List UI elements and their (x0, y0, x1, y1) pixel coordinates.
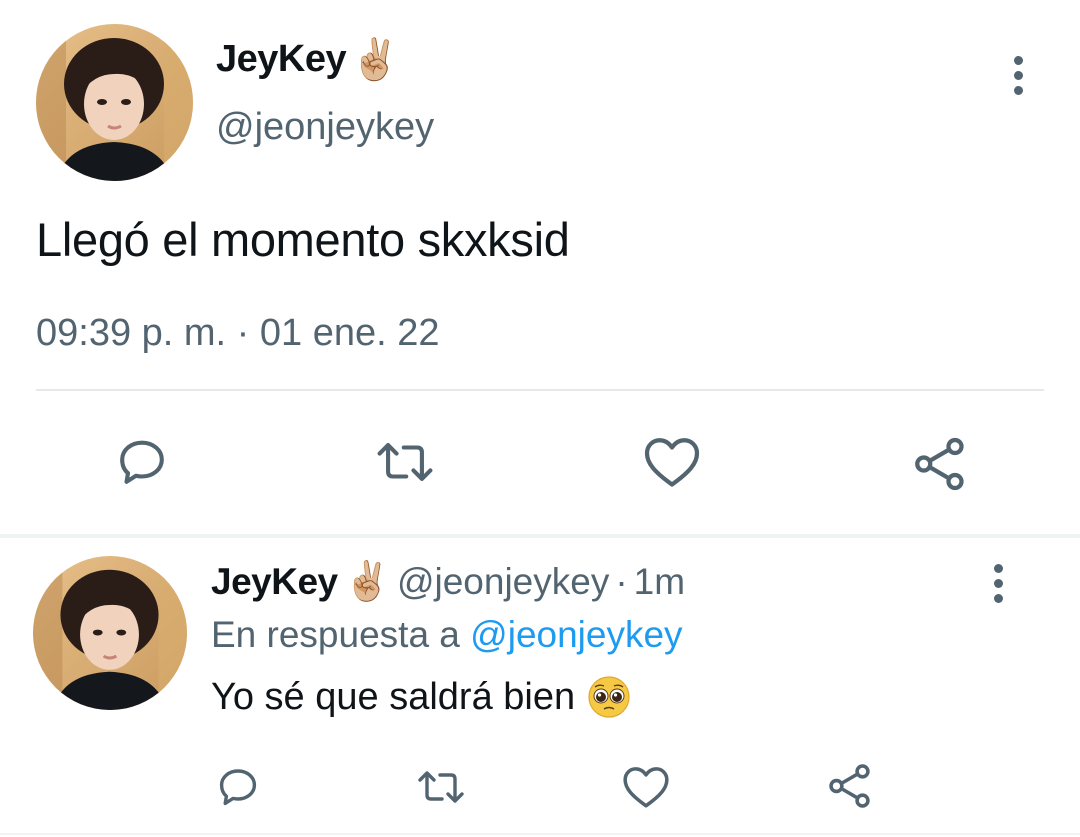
victory-hand-emoji: ✌🏼 (343, 561, 391, 603)
reply-avatar[interactable] (33, 556, 187, 710)
replying-to-label: En respuesta a (211, 614, 460, 655)
reply-separator: · (615, 561, 628, 602)
divider (36, 389, 1044, 391)
reply-tweet-text: Yo sé que saldrá bien (211, 675, 576, 718)
author-name-row[interactable]: JeyKey ✌🏼 (216, 38, 400, 81)
author-display-name[interactable]: JeyKey (216, 38, 347, 81)
bottom-divider (0, 833, 1080, 835)
retweet-icon[interactable] (370, 432, 440, 492)
reply-header: JeyKey ✌🏼 @jeonjeykey · 1m (211, 561, 685, 603)
tweet-text: Llegó el momento skxksid (36, 213, 570, 266)
avatar[interactable] (36, 24, 193, 181)
reply-text-row: Yo sé que saldrá bien (211, 675, 631, 719)
retweet-icon[interactable] (412, 762, 470, 812)
share-icon[interactable] (908, 432, 972, 496)
share-icon[interactable] (824, 760, 876, 812)
replying-to-line: En respuesta a @jeonjeykey (211, 614, 683, 656)
more-options-icon[interactable] (983, 558, 1013, 608)
avatar-photo (36, 24, 193, 181)
tweet-detail-page: JeyKey ✌🏼 @jeonjeykey Llegó el momento s… (0, 0, 1080, 837)
reply-icon[interactable] (112, 432, 172, 492)
reply-time[interactable]: 1m (634, 561, 685, 603)
reply-author-name[interactable]: JeyKey (211, 561, 338, 603)
reply-author-handle[interactable]: @jeonjeykey (397, 561, 609, 603)
reply-icon[interactable] (213, 762, 263, 812)
author-handle[interactable]: @jeonjeykey (216, 106, 434, 149)
tweet-timestamp[interactable]: 09:39 p. m. · 01 ene. 22 (36, 312, 440, 355)
like-icon[interactable] (620, 762, 672, 812)
replying-to-mention[interactable]: @jeonjeykey (470, 614, 682, 655)
section-separator (0, 534, 1080, 538)
more-options-icon[interactable] (1003, 50, 1033, 100)
avatar-photo (33, 556, 187, 710)
pleading-face-emoji (588, 676, 630, 718)
like-icon[interactable] (640, 432, 704, 492)
victory-hand-emoji: ✌🏼 (350, 37, 400, 82)
